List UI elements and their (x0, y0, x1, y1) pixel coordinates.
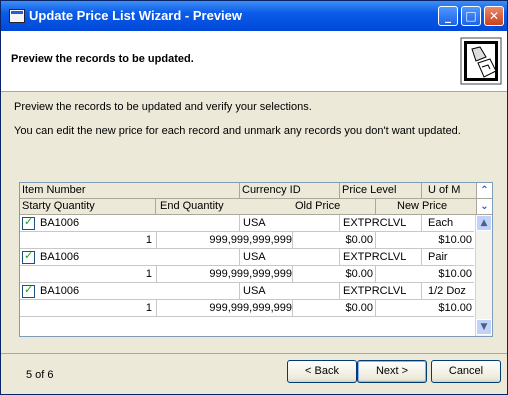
page-title: Preview the records to be updated. (11, 53, 194, 65)
page-indicator: 5 of 6 (26, 369, 54, 381)
footer-divider (1, 353, 507, 354)
records-grid[interactable]: Item Number Currency ID Price Level U of… (19, 182, 493, 337)
start-quantity-cell[interactable]: 1 (20, 300, 152, 316)
end-quantity-cell[interactable]: 999,999,999,999 (156, 232, 292, 248)
title-bar[interactable]: Update Price List Wizard - Preview _ □ ✕ (1, 1, 507, 31)
instruction-line-2: You can edit the new price for each reco… (14, 125, 461, 137)
column-header-end-quantity[interactable]: End Quantity (160, 200, 224, 212)
mark-checkbox[interactable] (22, 215, 35, 230)
mark-checkbox[interactable] (22, 283, 35, 298)
cancel-button[interactable]: Cancel (431, 360, 501, 383)
wizard-header: Preview the records to be updated. (1, 31, 507, 92)
end-quantity-cell[interactable]: 999,999,999,999 (156, 300, 292, 316)
table-row[interactable]: 1 999,999,999,999 $0.00 $10.00 (20, 300, 474, 317)
new-price-cell[interactable]: $10.00 (376, 232, 472, 248)
minimize-icon: _ (445, 9, 451, 23)
uofm-cell: Pair (428, 251, 448, 263)
column-header-currency-id[interactable]: Currency ID (242, 184, 301, 196)
wizard-icon (460, 37, 502, 85)
close-icon: ✕ (488, 9, 500, 23)
window-title: Update Price List Wizard - Preview (29, 8, 243, 23)
currency-cell: USA (243, 217, 266, 229)
grid-header-row-1: Item Number Currency ID Price Level U of… (20, 183, 492, 199)
column-header-start-quantity[interactable]: Starty Quantity (22, 200, 95, 212)
column-header-old-price[interactable]: Old Price (295, 200, 340, 212)
uofm-cell: Each (428, 217, 454, 229)
column-header-uofm[interactable]: U of M (428, 184, 460, 196)
currency-cell: USA (243, 251, 266, 263)
sort-up-icon[interactable]: ⌃ (476, 183, 492, 198)
table-row[interactable]: 1 999,999,999,999 $0.00 $10.00 (20, 232, 474, 249)
column-header-price-level[interactable]: Price Level (342, 184, 396, 196)
table-row[interactable]: BA1006 USA EXTPRCLVL 1/2 Doz (20, 283, 474, 300)
price-level-cell: EXTPRCLVL (343, 217, 407, 229)
wizard-window: Update Price List Wizard - Preview _ □ ✕… (0, 0, 508, 395)
back-button[interactable]: < Back (287, 360, 357, 383)
item-number-cell: BA1006 (40, 251, 80, 263)
new-price-cell[interactable]: $10.00 (376, 266, 472, 282)
end-quantity-cell[interactable]: 999,999,999,999 (156, 266, 292, 282)
instruction-line-1: Preview the records to be updated and ve… (14, 101, 312, 113)
old-price-cell: $0.00 (345, 268, 373, 280)
scroll-up-icon[interactable]: ▲ (476, 215, 492, 231)
next-button[interactable]: Next > (357, 360, 427, 383)
column-header-new-price[interactable]: New Price (397, 200, 447, 212)
table-row[interactable]: BA1006 USA EXTPRCLVL Each (20, 215, 474, 232)
close-button[interactable]: ✕ (484, 6, 504, 26)
start-quantity-cell[interactable]: 1 (20, 232, 152, 248)
minimize-button[interactable]: _ (438, 6, 458, 26)
table-row[interactable]: BA1006 USA EXTPRCLVL Pair (20, 249, 474, 266)
vertical-scrollbar[interactable]: ▲ ▼ (475, 215, 492, 336)
mark-checkbox[interactable] (22, 249, 35, 264)
column-header-item-number[interactable]: Item Number (22, 184, 86, 196)
maximize-button[interactable]: □ (461, 6, 481, 26)
price-level-cell: EXTPRCLVL (343, 251, 407, 263)
new-price-cell[interactable]: $10.00 (376, 300, 472, 316)
uofm-cell: 1/2 Doz (428, 285, 466, 297)
window-icon[interactable] (9, 9, 25, 23)
item-number-cell: BA1006 (40, 217, 80, 229)
scroll-down-icon[interactable]: ▼ (476, 319, 492, 335)
currency-cell: USA (243, 285, 266, 297)
table-row[interactable]: 1 999,999,999,999 $0.00 $10.00 (20, 266, 474, 283)
grid-header-row-2: Starty Quantity End Quantity Old Price N… (20, 199, 492, 215)
price-level-cell: EXTPRCLVL (343, 285, 407, 297)
item-number-cell: BA1006 (40, 285, 80, 297)
old-price-cell: $0.00 (345, 302, 373, 314)
sort-down-icon[interactable]: ⌄ (476, 199, 492, 214)
start-quantity-cell[interactable]: 1 (20, 266, 152, 282)
maximize-icon: □ (465, 9, 477, 23)
old-price-cell: $0.00 (345, 234, 373, 246)
